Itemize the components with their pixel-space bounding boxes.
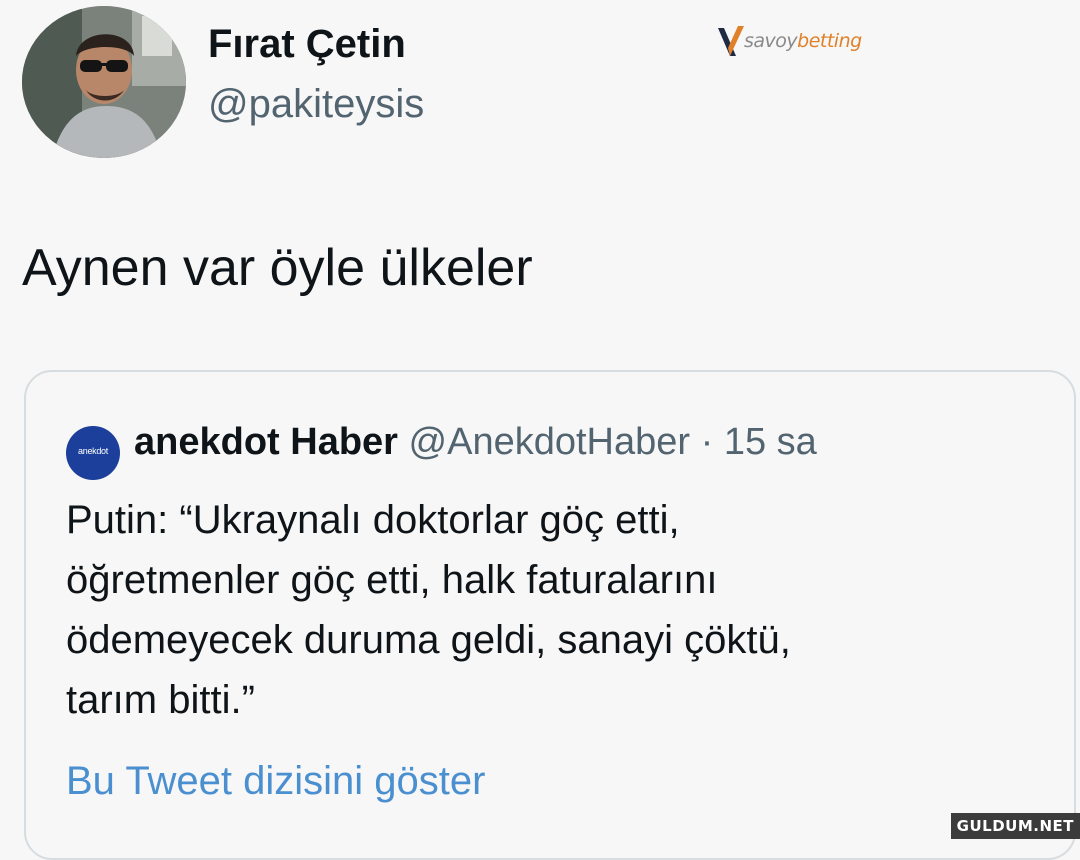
quoted-tweet-body: Putin: “Ukraynalı doktorlar göç etti, öğ… <box>66 490 1066 730</box>
author-display-name[interactable]: Fırat Çetin <box>208 20 406 68</box>
quoted-tweet-header: anekdot Haber @AnekdotHaber · 15 sa <box>134 418 817 466</box>
show-thread-link[interactable]: Bu Tweet dizisini göster <box>66 756 485 806</box>
corner-watermark: GULDUM.NET <box>950 813 1080 839</box>
author-handle[interactable]: @pakiteysis <box>208 80 424 128</box>
brand-prefix: savoy <box>744 30 798 52</box>
quoted-tweet-card[interactable]: anekdot anekdot Haber @AnekdotHaber · 15… <box>24 370 1076 860</box>
quoted-body-line: ödemeyecek duruma geldi, sanayi çöktü, <box>66 618 791 662</box>
brand-watermark-text: savoybetting <box>744 30 862 52</box>
quoted-body-line: tarım bitti.” <box>66 678 255 722</box>
quoted-body-line: öğretmenler göç etti, halk faturalarını <box>66 558 718 602</box>
brand-suffix: betting <box>797 30 862 52</box>
quoted-author-avatar[interactable]: anekdot <box>66 426 120 480</box>
author-avatar[interactable] <box>22 6 186 158</box>
quoted-author-name[interactable]: anekdot Haber <box>134 421 398 463</box>
brand-watermark-logo: savoybetting <box>716 24 876 60</box>
quoted-body-line: Putin: “Ukraynalı doktorlar göç etti, <box>66 498 680 542</box>
quoted-avatar-logo-text: anekdot <box>78 446 108 456</box>
quoted-author-handle[interactable]: @AnekdotHaber <box>409 421 691 463</box>
header-separator: · <box>700 421 714 463</box>
quoted-tweet-timestamp[interactable]: 15 sa <box>724 421 817 463</box>
brand-v-icon <box>718 26 744 56</box>
tweet-text: Aynen var öyle ülkeler <box>22 239 533 297</box>
